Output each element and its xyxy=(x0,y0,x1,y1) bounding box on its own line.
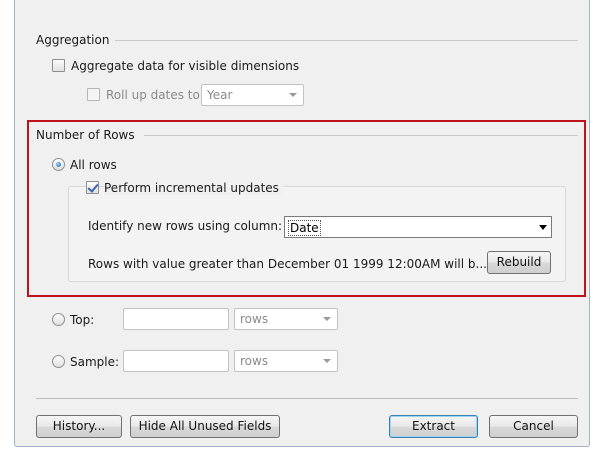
top-count-input[interactable] xyxy=(123,308,229,330)
history-button[interactable]: History... xyxy=(36,415,122,438)
chevron-down-icon xyxy=(323,359,331,363)
highlight-box xyxy=(27,120,586,297)
chevron-down-icon xyxy=(289,93,297,97)
aggregate-visible-label: Aggregate data for visible dimensions xyxy=(71,59,300,73)
chevron-down-icon xyxy=(323,317,331,321)
aggregation-group-title: Aggregation xyxy=(36,33,116,47)
top-label: Top: xyxy=(70,313,95,327)
hide-unused-fields-button[interactable]: Hide All Unused Fields xyxy=(130,415,280,438)
rollup-dates-checkbox[interactable] xyxy=(87,88,100,101)
sample-count-input[interactable] xyxy=(123,350,229,372)
footer-separator xyxy=(36,398,578,399)
top-radio[interactable] xyxy=(52,313,65,326)
sample-radio[interactable] xyxy=(52,355,65,368)
sample-label: Sample: xyxy=(70,355,120,369)
sample-unit-combo[interactable]: rows xyxy=(234,350,338,372)
sample-unit-value: rows xyxy=(240,354,269,368)
rollup-dates-combo[interactable]: Year xyxy=(201,84,304,106)
extract-button[interactable]: Extract xyxy=(389,415,478,438)
rollup-dates-value: Year xyxy=(207,88,233,102)
aggregate-visible-checkbox[interactable] xyxy=(52,59,65,72)
rollup-dates-label: Roll up dates to xyxy=(106,88,200,102)
top-unit-value: rows xyxy=(240,312,269,326)
top-unit-combo[interactable]: rows xyxy=(234,308,338,330)
aggregation-group-rule xyxy=(112,40,578,41)
cancel-button[interactable]: Cancel xyxy=(489,415,578,438)
